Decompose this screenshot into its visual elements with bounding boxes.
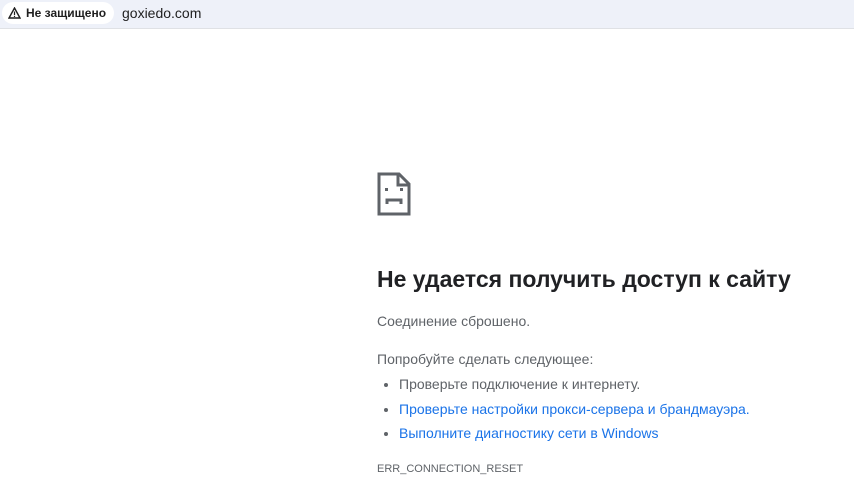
error-code: ERR_CONNECTION_RESET xyxy=(377,463,524,475)
try-label: Попробуйте сделать следующее: xyxy=(377,351,594,367)
suggestions-list: Проверьте подключение к интернету. Прове… xyxy=(377,372,750,446)
proxy-settings-link[interactable]: Проверьте настройки прокси-сервера и бра… xyxy=(399,401,750,417)
sad-page-icon xyxy=(377,172,411,216)
address-bar: Не защищено goxiedo.com xyxy=(0,0,854,29)
network-diagnostics-link[interactable]: Выполните диагностику сети в Windows xyxy=(399,425,658,441)
suggestion-item: Выполните диагностику сети в Windows xyxy=(399,421,750,446)
warning-icon xyxy=(8,7,21,19)
error-subtitle: Соединение сброшено. xyxy=(377,313,531,329)
suggestion-item: Проверьте настройки прокси-сервера и бра… xyxy=(399,397,750,422)
security-label: Не защищено xyxy=(26,6,107,20)
suggestion-item: Проверьте подключение к интернету. xyxy=(399,372,750,397)
url-field[interactable]: goxiedo.com xyxy=(122,5,201,21)
security-chip[interactable]: Не защищено xyxy=(2,2,115,24)
error-title: Не удается получить доступ к сайту xyxy=(377,266,791,292)
